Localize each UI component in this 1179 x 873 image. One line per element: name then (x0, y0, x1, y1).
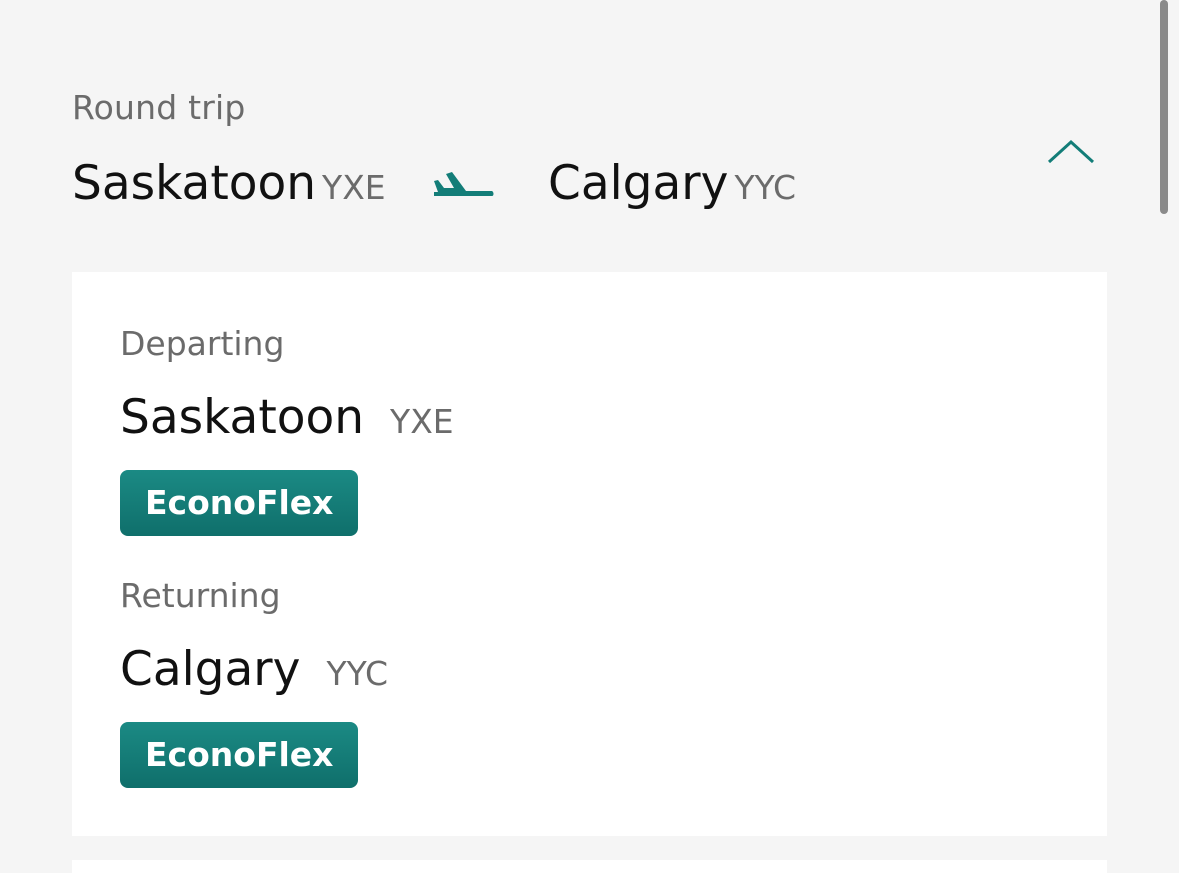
chevron-up-icon (1047, 139, 1095, 164)
returning-city: Calgary (120, 642, 301, 697)
plane-icon (434, 172, 494, 196)
departing-fare-badge[interactable]: EconoFlex (120, 470, 359, 536)
destination-city: Calgary (548, 156, 729, 211)
departing-city: Saskatoon (120, 390, 365, 445)
departing-label: Departing (120, 324, 285, 363)
returning-city-row: Calgary YYC (120, 642, 388, 697)
returning-label: Returning (120, 576, 281, 615)
next-card (72, 860, 1107, 873)
origin-code: YXE (322, 168, 386, 207)
origin-city: Saskatoon (72, 156, 317, 211)
returning-fare-badge[interactable]: EconoFlex (120, 722, 359, 788)
collapse-button[interactable] (1043, 134, 1099, 170)
route-destination: Calgary YYC (548, 156, 796, 211)
trip-summary-page: Round trip Saskatoon YXE Calgary YYC Depar… (0, 0, 1179, 873)
route-origin: Saskatoon YXE (72, 156, 386, 211)
scrollbar[interactable] (1160, 0, 1168, 214)
route-summary: Saskatoon YXE Calgary YYC (72, 156, 972, 216)
returning-code: YYC (326, 654, 389, 693)
flight-details-card: Departing Saskatoon YXE EconoFlex Returni… (72, 272, 1107, 836)
trip-type-label: Round trip (72, 88, 246, 127)
departing-city-row: Saskatoon YXE (120, 390, 454, 445)
departing-code: YXE (390, 402, 454, 441)
destination-code: YYC (734, 168, 797, 207)
